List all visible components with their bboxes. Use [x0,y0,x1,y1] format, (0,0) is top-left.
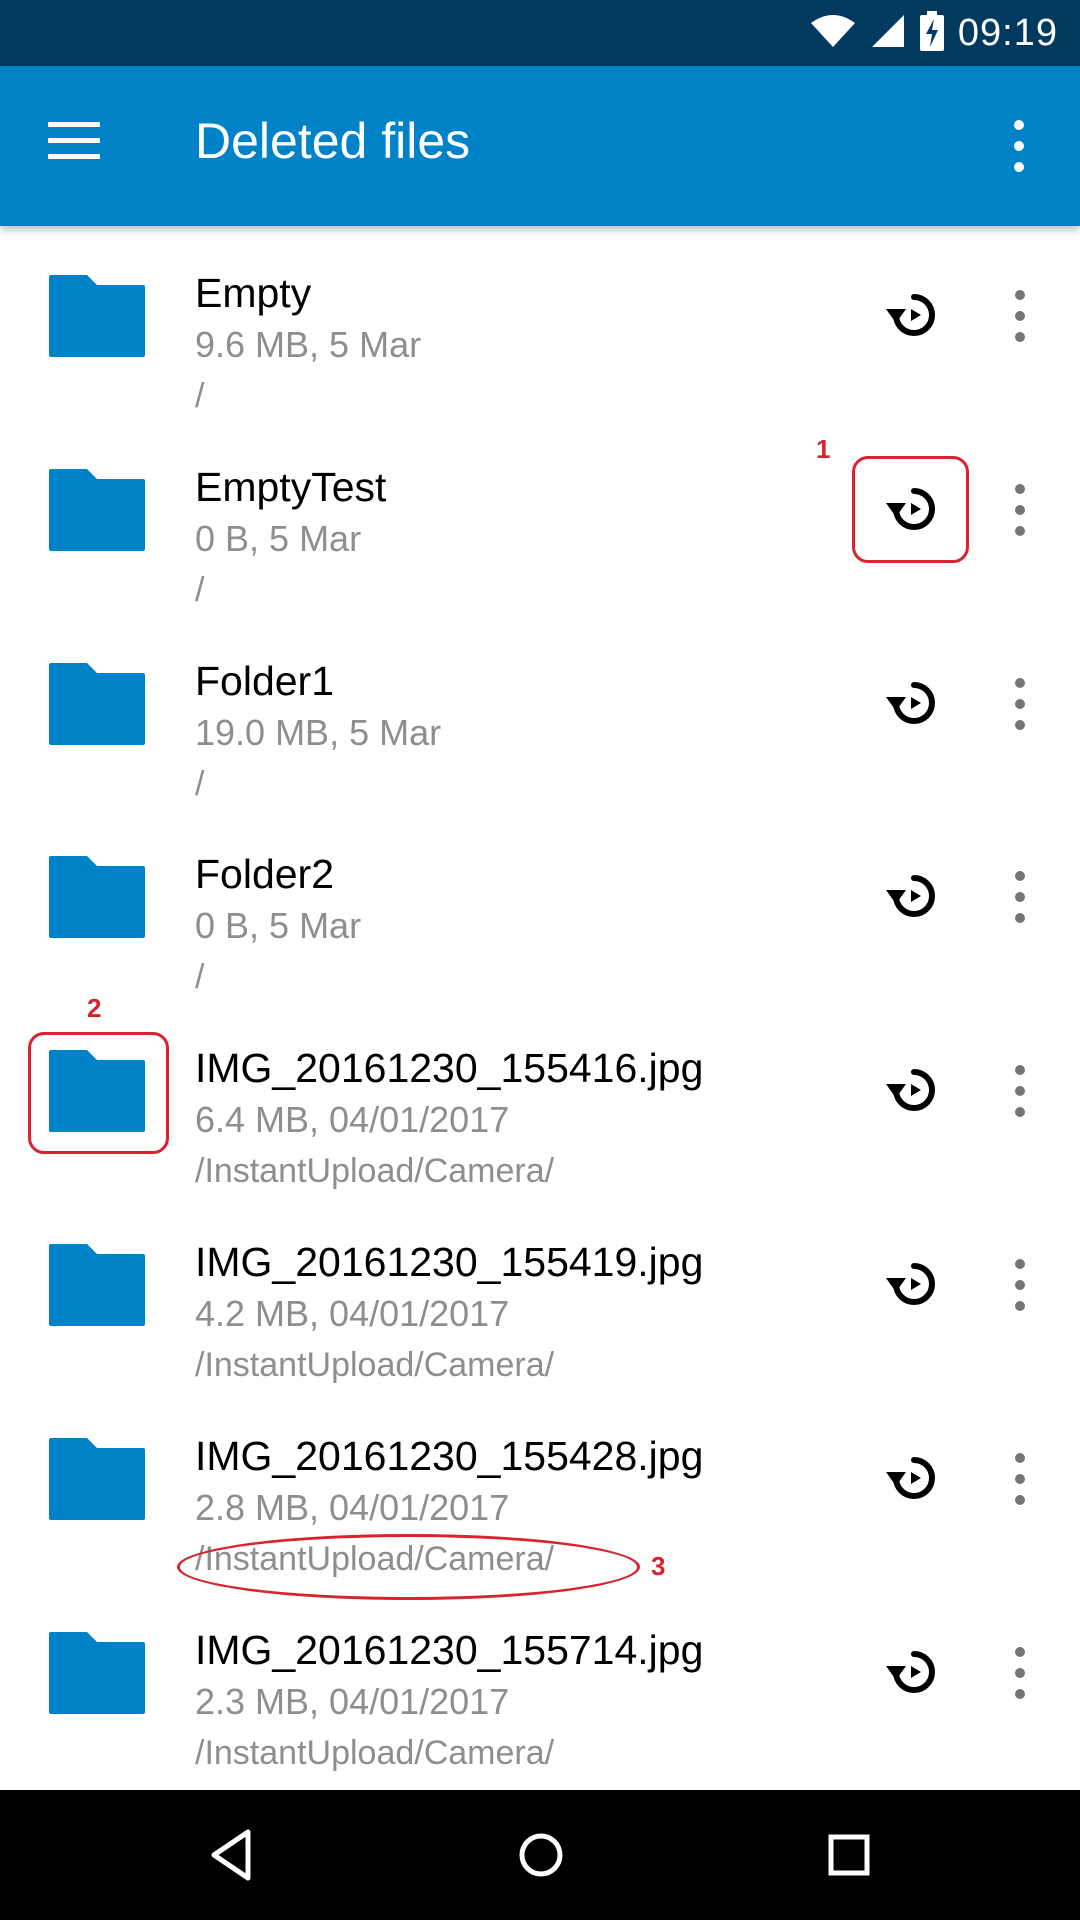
file-row[interactable]: IMG_20161230_155419.jpg 4.2 MB, 04/01/201… [0,1195,1080,1389]
file-path: / [195,571,205,609]
file-path: /InstantUpload/Camera/ [195,1734,555,1772]
restore-button[interactable] [882,671,946,735]
status-icons: 09:19 [810,0,1058,66]
file-meta: 9.6 MB, 5 Mar [195,324,422,365]
file-path: / [195,377,205,415]
file-row[interactable]: IMG_20161230_155714.jpg 2.3 MB, 04/01/201… [0,1583,1080,1777]
restore-icon [882,864,946,928]
row-more-vert-icon[interactable] [1004,478,1036,542]
restore-button[interactable] [882,283,946,347]
restore-button[interactable] [882,1252,946,1316]
restore-button[interactable] [882,864,946,928]
status-time: 09:19 [957,11,1058,54]
file-meta: 6.4 MB, 04/01/2017 [195,1099,510,1140]
battery-charging-icon [919,10,944,56]
file-name: IMG_20161230_155419.jpg [195,1239,704,1285]
folder-icon[interactable] [49,469,145,551]
wifi-icon [810,13,856,54]
more-vert-icon[interactable] [1004,114,1034,178]
status-bar: 09:19 [0,0,1080,66]
file-name: Empty [195,270,312,316]
file-row[interactable]: Empty 9.6 MB, 5 Mar / [0,226,1080,420]
annotation-box-folder [28,1032,169,1154]
row-more-vert-icon[interactable] [1004,1253,1036,1317]
home-circle-icon[interactable] [506,1820,576,1890]
row-more-vert-icon[interactable] [1004,1059,1036,1123]
system-nav-bar [0,1790,1080,1920]
file-row[interactable]: Folder1 19.0 MB, 5 Mar / [0,614,1080,808]
restore-button[interactable] [882,1058,946,1122]
back-triangle-icon[interactable] [196,1820,266,1890]
row-more-vert-icon[interactable] [1004,672,1036,736]
file-row[interactable]: Folder2 0 B, 5 Mar / [0,807,1080,1001]
signal-icon [870,13,906,54]
file-meta: 0 B, 5 Mar [195,905,362,946]
app-bar: Deleted files [0,66,1080,226]
annotation-box-restore [852,456,969,563]
file-meta: 2.8 MB, 04/01/2017 [195,1487,510,1528]
file-path: / [195,958,205,996]
file-path: / [195,765,205,803]
folder-icon[interactable] [49,1438,145,1520]
file-meta: 4.2 MB, 04/01/2017 [195,1293,510,1334]
row-more-vert-icon[interactable] [1004,1641,1036,1705]
folder-icon[interactable] [49,1244,145,1326]
restore-button[interactable] [882,1446,946,1510]
row-more-vert-icon[interactable] [1004,284,1036,348]
restore-icon [882,1252,946,1316]
file-name: Folder1 [195,658,335,704]
folder-icon[interactable] [49,663,145,745]
row-more-vert-icon[interactable] [1004,865,1036,929]
annotation-number: 1 [816,434,831,464]
restore-icon [882,1446,946,1510]
folder-icon[interactable] [49,856,145,938]
annotation-number: 2 [87,993,102,1023]
file-name: EmptyTest [195,464,387,510]
file-path: /InstantUpload/Camera/ [195,1152,555,1190]
restore-icon [882,1058,946,1122]
file-name: IMG_20161230_155714.jpg [195,1627,704,1673]
folder-icon[interactable] [49,275,145,357]
restore-icon [882,671,946,735]
file-meta: 19.0 MB, 5 Mar [195,712,442,753]
page-title: Deleted files [195,113,471,169]
file-path: /InstantUpload/Camera/ [195,1346,555,1384]
file-meta: 0 B, 5 Mar [195,518,362,559]
restore-icon [882,283,946,347]
recents-square-icon[interactable] [814,1820,884,1890]
hamburger-menu-icon[interactable] [48,118,102,172]
annotation-box-path [177,1534,640,1600]
restore-icon [882,1640,946,1704]
file-name: IMG_20161230_155428.jpg [195,1433,704,1479]
restore-button[interactable] [882,1640,946,1704]
file-name: IMG_20161230_155416.jpg [195,1045,704,1091]
folder-icon[interactable] [49,1632,145,1714]
annotation-number: 3 [651,1551,666,1581]
file-meta: 2.3 MB, 04/01/2017 [195,1681,510,1722]
row-more-vert-icon[interactable] [1004,1447,1036,1511]
file-name: Folder2 [195,851,335,897]
